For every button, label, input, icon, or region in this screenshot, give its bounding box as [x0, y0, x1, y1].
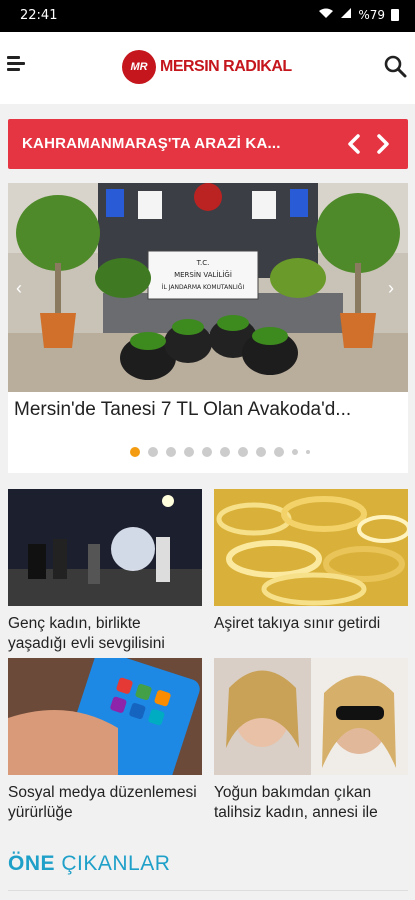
- app-header: MR MERSIN RADIKAL: [0, 32, 415, 104]
- wifi-icon: [318, 7, 334, 22]
- pagination-dot[interactable]: [238, 447, 248, 457]
- ticker-headline[interactable]: KAHRAMANMARAŞ'TA ARAZİ KA...: [22, 135, 281, 152]
- hamburger-menu-icon[interactable]: [7, 56, 25, 72]
- news-card[interactable]: Yoğun bakımdan çıkan talihsiz kadın, ann…: [214, 658, 408, 823]
- news-thumbnail[interactable]: [8, 658, 202, 775]
- headline-slider[interactable]: T.C. MERSİN VALİLİĞİ İL JANDARMA KOMUTAN…: [8, 183, 408, 473]
- sign-line2: MERSİN VALİLİĞİ: [174, 270, 232, 279]
- slide-caption[interactable]: Mersin'de Tanesi 7 TL Olan Avakoda'd...: [14, 399, 351, 421]
- pagination-dot-active[interactable]: [130, 447, 140, 457]
- status-bar: 22:41 %79: [0, 0, 415, 32]
- slide-prev-icon[interactable]: ‹: [16, 278, 22, 299]
- status-icons: %79: [318, 7, 399, 22]
- sign-line3: İL JANDARMA KOMUTANLIĞI: [162, 284, 245, 291]
- slide-next-icon[interactable]: ›: [388, 278, 394, 299]
- pagination-dot[interactable]: [292, 449, 298, 455]
- news-card[interactable]: Sosyal medya düzenlemesi yürürlüğe: [8, 658, 202, 823]
- pagination-dot[interactable]: [274, 447, 284, 457]
- news-card[interactable]: Genç kadın, birlikte yaşadığı evli sevgi…: [8, 489, 202, 654]
- news-title[interactable]: Sosyal medya düzenlemesi yürürlüğe: [8, 783, 202, 823]
- pagination-dot[interactable]: [202, 447, 212, 457]
- breaking-news-ticker[interactable]: KAHRAMANMARAŞ'TA ARAZİ KA...: [8, 119, 408, 169]
- pagination-dot[interactable]: [306, 450, 310, 454]
- news-thumbnail[interactable]: [214, 489, 408, 606]
- pagination-dot[interactable]: [184, 447, 194, 457]
- news-title[interactable]: Genç kadın, birlikte yaşadığı evli sevgi…: [8, 614, 202, 654]
- news-thumbnail[interactable]: [8, 489, 202, 606]
- search-icon[interactable]: [383, 54, 407, 78]
- section-divider: [8, 890, 408, 891]
- featured-section-title: ÖNE ÇIKANLAR: [8, 852, 170, 876]
- pagination-dot[interactable]: [166, 447, 176, 457]
- section-title-bold: ÖNE: [8, 852, 56, 875]
- section-title-light: ÇIKANLAR: [61, 852, 171, 875]
- battery-icon: [391, 8, 399, 21]
- battery-level: %79: [358, 7, 385, 22]
- slide-image[interactable]: T.C. MERSİN VALİLİĞİ İL JANDARMA KOMUTAN…: [8, 183, 408, 392]
- status-time: 22:41: [20, 8, 58, 23]
- site-logo[interactable]: MR MERSIN RADIKAL: [122, 50, 292, 84]
- sign-line1: T.C.: [196, 259, 210, 267]
- news-title[interactable]: Aşiret takıya sınır getirdi: [214, 614, 408, 654]
- pagination-dot[interactable]: [256, 447, 266, 457]
- pagination-dot[interactable]: [220, 447, 230, 457]
- ticker-prev-icon[interactable]: [343, 131, 365, 157]
- signal-icon: [340, 7, 352, 22]
- pagination-dot[interactable]: [148, 447, 158, 457]
- news-thumbnail[interactable]: [214, 658, 408, 775]
- brand-name: MERSIN RADIKAL: [160, 58, 292, 75]
- news-card[interactable]: Aşiret takıya sınır getirdi: [214, 489, 408, 654]
- ticker-next-icon[interactable]: [372, 131, 394, 157]
- slider-pagination: [130, 447, 310, 457]
- news-title[interactable]: Yoğun bakımdan çıkan talihsiz kadın, ann…: [214, 783, 408, 823]
- logo-mark: MR: [122, 50, 156, 84]
